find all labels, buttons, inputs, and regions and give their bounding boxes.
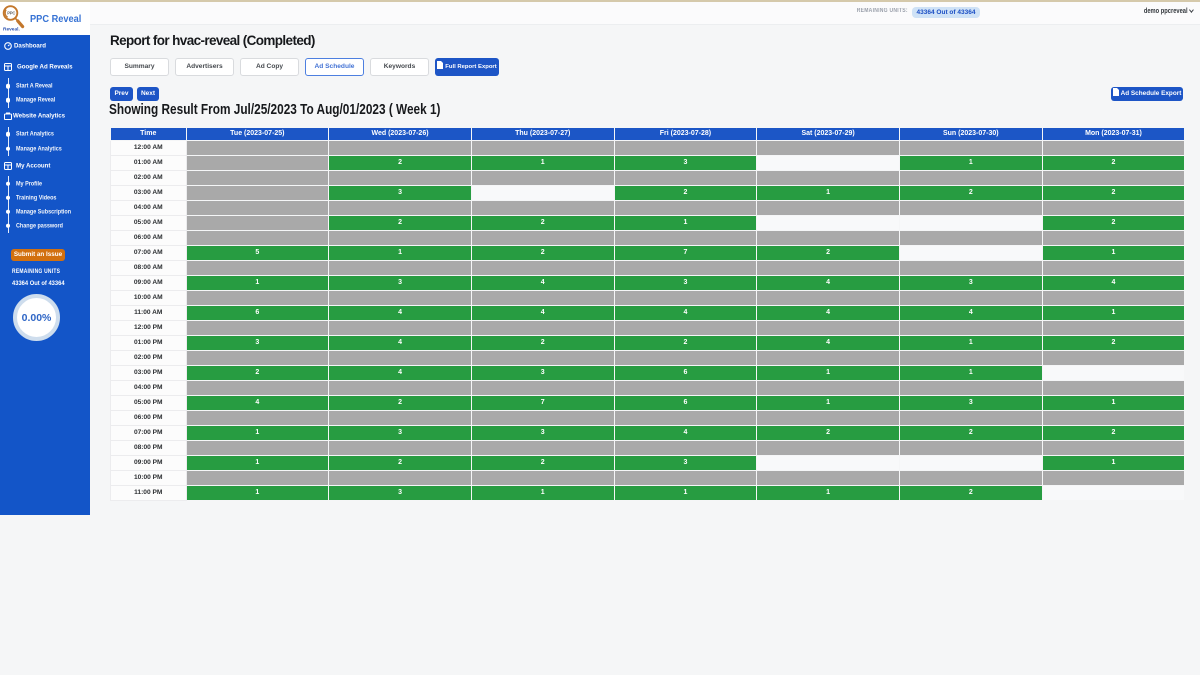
svg-text:PPC: PPC bbox=[7, 11, 15, 16]
svg-text:Reveal.: Reveal. bbox=[3, 27, 20, 33]
